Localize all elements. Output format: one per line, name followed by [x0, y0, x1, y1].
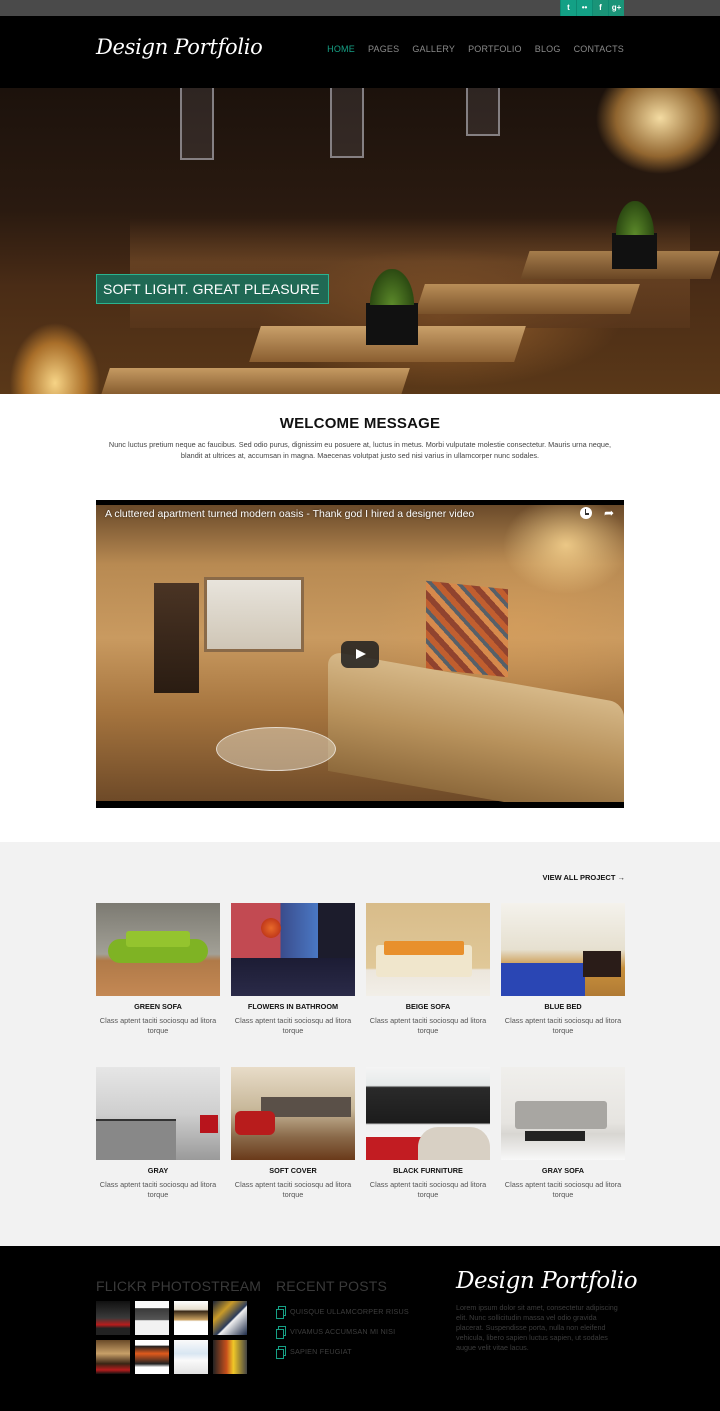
portfolio-item-desc: Class aptent taciti sociosqu ad litora t… — [99, 1016, 217, 1035]
portfolio-item-desc: Class aptent taciti sociosqu ad litora t… — [504, 1016, 622, 1035]
footer: FLICKR PHOTOSTREAM RECENT POSTS QUISQUE … — [0, 1246, 720, 1411]
twitter-icon[interactable]: t — [560, 0, 576, 16]
recent-post[interactable]: QUISQUE ULLAMCORPER RISUS — [276, 1301, 409, 1321]
flickr-thumbnail[interactable] — [213, 1301, 247, 1335]
portfolio-item-title[interactable]: BEIGE SOFA — [366, 1002, 490, 1011]
flickr-heading: FLICKR PHOTOSTREAM — [96, 1278, 262, 1294]
nav-pages[interactable]: PAGES — [368, 44, 399, 54]
portfolio-item[interactable]: SOFT COVER Class aptent taciti sociosqu … — [231, 1067, 355, 1200]
flickr-thumbnail[interactable] — [96, 1301, 130, 1335]
portfolio-item[interactable]: BLUE BED Class aptent taciti sociosqu ad… — [501, 903, 625, 1036]
hero-image-lamp — [466, 88, 500, 136]
recent-post-title[interactable]: QUISQUE ULLAMCORPER RISUS — [290, 1307, 409, 1316]
portfolio-item[interactable]: FLOWERS IN BATHROOM Class aptent taciti … — [231, 903, 355, 1036]
nav-contacts[interactable]: CONTACTS — [574, 44, 624, 54]
welcome-text: Nunc luctus pretium neque ac faucibus. S… — [108, 440, 612, 460]
hero-image-table — [100, 368, 410, 394]
portfolio-item[interactable]: BEIGE SOFA Class aptent taciti sociosqu … — [366, 903, 490, 1036]
portfolio-item-title[interactable]: SOFT COVER — [231, 1166, 355, 1175]
document-icon — [276, 1305, 286, 1319]
portfolio-item-desc: Class aptent taciti sociosqu ad litora t… — [234, 1180, 352, 1199]
recent-post-title[interactable]: VIVAMUS ACCUMSAN MI NISI — [290, 1327, 395, 1336]
site-logo[interactable]: Design Portfolio — [96, 35, 263, 59]
portfolio-item-title[interactable]: GRAY SOFA — [501, 1166, 625, 1175]
flickr-thumbnail[interactable] — [174, 1301, 208, 1335]
portfolio-thumbnail[interactable] — [96, 903, 220, 996]
thumbnail-wall-art — [426, 580, 508, 678]
footer-logo[interactable]: Design Portfolio — [456, 1268, 638, 1294]
hero-image-lamp — [180, 88, 214, 160]
hero-image-plant — [366, 269, 418, 345]
thumbnail-window — [204, 577, 304, 652]
portfolio-thumbnail[interactable] — [231, 1067, 355, 1160]
recent-post[interactable]: VIVAMUS ACCUMSAN MI NISI — [276, 1321, 409, 1341]
hero-image-lamp — [330, 88, 364, 158]
document-icon — [276, 1345, 286, 1359]
thumbnail-couch — [328, 650, 624, 808]
flickr-thumbnail[interactable] — [174, 1340, 208, 1374]
portfolio-item[interactable]: BLACK FURNITURE Class aptent taciti soci… — [366, 1067, 490, 1200]
portfolio-item[interactable]: GRAY Class aptent taciti sociosqu ad lit… — [96, 1067, 220, 1200]
recent-posts-list: QUISQUE ULLAMCORPER RISUS VIVAMUS ACCUMS… — [276, 1301, 409, 1361]
hero-slider: SOFT LIGHT. GREAT PLEASURE — [0, 88, 720, 394]
portfolio-item-desc: Class aptent taciti sociosqu ad litora t… — [234, 1016, 352, 1035]
flickr-gallery — [96, 1301, 247, 1374]
flickr-thumbnail[interactable] — [213, 1340, 247, 1374]
recent-post[interactable]: SAPIEN FEUGIAT — [276, 1341, 409, 1361]
portfolio-thumbnail[interactable] — [231, 903, 355, 996]
footer-about-text: Lorem ipsum dolor sit amet, consectetur … — [456, 1303, 618, 1352]
share-icon[interactable]: ➦ — [604, 507, 614, 519]
facebook-icon[interactable]: f — [592, 0, 608, 16]
hero-image-table — [415, 284, 640, 314]
portfolio-item-title[interactable]: GRAY — [96, 1166, 220, 1175]
video-player[interactable]: A cluttered apartment turned modern oasi… — [96, 500, 624, 808]
recent-post-title[interactable]: SAPIEN FEUGIAT — [290, 1347, 352, 1356]
flickr-thumbnail[interactable] — [135, 1301, 169, 1335]
flickr-icon[interactable]: •• — [576, 0, 592, 16]
nav-home[interactable]: HOME — [327, 44, 355, 54]
portfolio-item[interactable]: GREEN SOFA Class aptent taciti sociosqu … — [96, 903, 220, 1036]
thumbnail-door — [154, 583, 199, 693]
flickr-thumbnail[interactable] — [96, 1340, 130, 1374]
portfolio-item-desc: Class aptent taciti sociosqu ad litora t… — [99, 1180, 217, 1199]
google-plus-icon[interactable]: g+ — [608, 0, 624, 16]
nav-gallery[interactable]: GALLERY — [412, 44, 455, 54]
video-title[interactable]: A cluttered apartment turned modern oasi… — [105, 508, 474, 520]
video-bottom-bar — [96, 802, 624, 808]
nav-portfolio[interactable]: PORTFOLIO — [468, 44, 522, 54]
watch-later-icon[interactable] — [579, 507, 592, 519]
top-bar: t •• f g+ — [0, 0, 720, 16]
portfolio-thumbnail[interactable] — [366, 903, 490, 996]
welcome-title: WELCOME MESSAGE — [279, 415, 441, 432]
header: Design Portfolio HOME PAGES GALLERY PORT… — [0, 16, 720, 88]
portfolio-item-desc: Class aptent taciti sociosqu ad litora t… — [369, 1180, 487, 1199]
hero-image-plant — [612, 201, 657, 269]
portfolio-item-title[interactable]: BLUE BED — [501, 1002, 625, 1011]
document-icon — [276, 1325, 286, 1339]
recent-posts-heading: RECENT POSTS — [276, 1278, 388, 1294]
thumbnail-table — [216, 727, 336, 771]
portfolio-thumbnail[interactable] — [96, 1067, 220, 1160]
hero-caption: SOFT LIGHT. GREAT PLEASURE — [96, 274, 329, 304]
portfolio-section: VIEW ALL PROJECT → GREEN SOFA Class apte… — [0, 842, 720, 1246]
nav-blog[interactable]: BLOG — [535, 44, 561, 54]
portfolio-thumbnail[interactable] — [501, 903, 625, 996]
video-actions: ➦ — [579, 507, 614, 519]
flickr-thumbnail[interactable] — [135, 1340, 169, 1374]
portfolio-item-title[interactable]: GREEN SOFA — [96, 1002, 220, 1011]
portfolio-item-title[interactable]: BLACK FURNITURE — [366, 1166, 490, 1175]
social-links: t •• f g+ — [560, 0, 624, 16]
view-all-projects-link[interactable]: VIEW ALL PROJECT → — [542, 873, 625, 882]
portfolio-item-desc: Class aptent taciti sociosqu ad litora t… — [504, 1180, 622, 1199]
portfolio-thumbnail[interactable] — [501, 1067, 625, 1160]
play-button[interactable] — [341, 641, 379, 668]
portfolio-item-desc: Class aptent taciti sociosqu ad litora t… — [369, 1016, 487, 1035]
portfolio-item-title[interactable]: FLOWERS IN BATHROOM — [231, 1002, 355, 1011]
portfolio-item[interactable]: GRAY SOFA Class aptent taciti sociosqu a… — [501, 1067, 625, 1200]
portfolio-thumbnail[interactable] — [366, 1067, 490, 1160]
main-nav: HOME PAGES GALLERY PORTFOLIO BLOG CONTAC… — [327, 44, 624, 54]
